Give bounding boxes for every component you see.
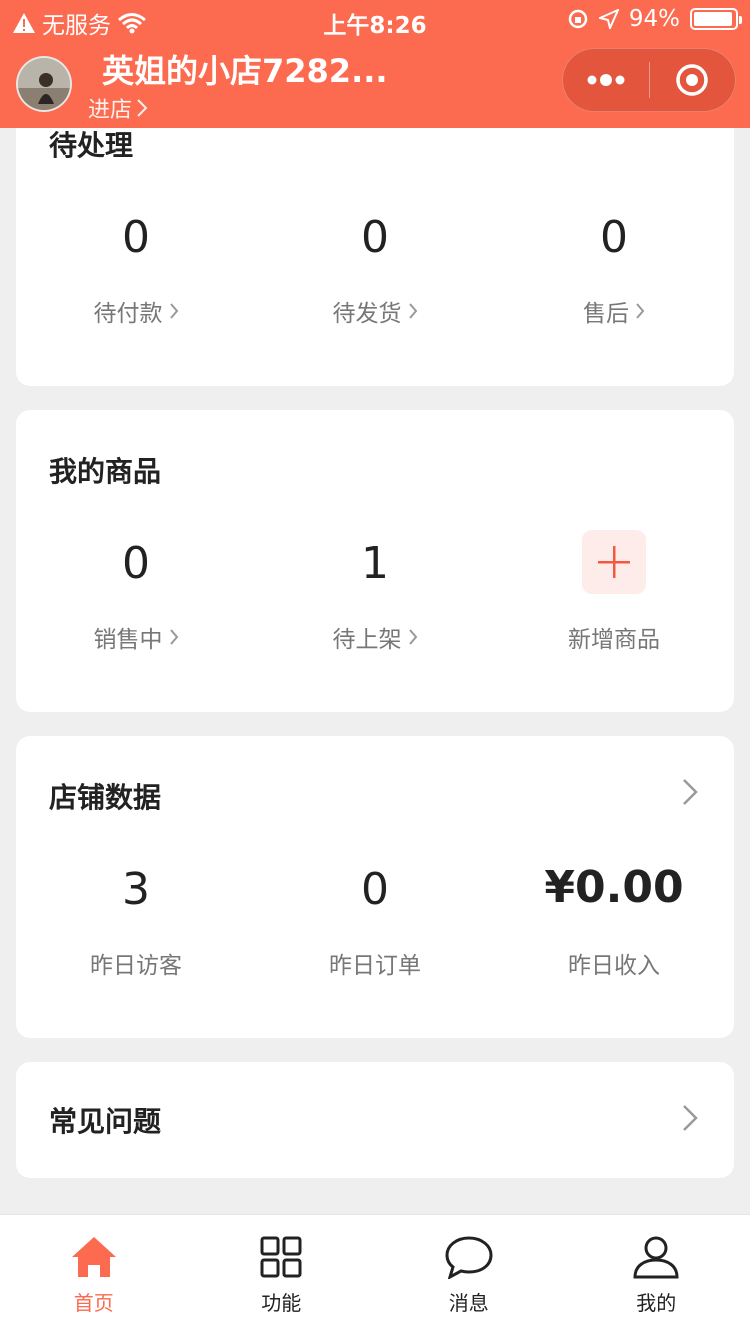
chevron-right-icon — [169, 303, 178, 319]
products-card: 我的商品 0 销售中 1 待上架 新增商品 — [16, 410, 734, 712]
store-data-card: 店铺数据 3 昨日访客 0 昨日订单 ¥0.00 昨日收入 — [16, 736, 734, 1038]
home-icon — [71, 1237, 116, 1277]
tab-features[interactable]: 功能 — [188, 1215, 376, 1334]
tab-home[interactable]: 首页 — [0, 1215, 188, 1334]
add-product-button[interactable]: 新增商品 — [494, 530, 734, 654]
stat-label: 昨日订单 — [329, 953, 421, 979]
tab-messages[interactable]: 消息 — [375, 1215, 563, 1334]
stat-label: 销售中 — [93, 627, 163, 653]
income-stat[interactable]: ¥0.00 昨日收入 — [494, 866, 734, 980]
tab-label: 我的 — [636, 1291, 677, 1315]
enter-shop-link[interactable]: 进店 — [88, 92, 148, 124]
miniprogram-capsule — [562, 48, 736, 112]
store-data-title: 店铺数据 — [49, 781, 162, 814]
stat-label: 昨日访客 — [90, 953, 182, 979]
pending-shipment-stat[interactable]: 0 待发货 — [255, 216, 495, 328]
chat-bubble-icon — [445, 1236, 493, 1279]
stat-value: 3 — [122, 864, 150, 915]
stat-value: 1 — [361, 538, 389, 589]
pending-card: 待处理 0 待付款 0 待发货 0 售后 — [16, 100, 734, 386]
stat-label: 待付款 — [93, 301, 163, 327]
stat-label-row: 销售中 — [94, 620, 179, 654]
tab-profile[interactable]: 我的 — [563, 1215, 750, 1334]
more-dots-icon — [587, 74, 625, 86]
tab-label: 消息 — [448, 1291, 489, 1315]
stat-value: 0 — [600, 212, 628, 263]
chevron-right-icon — [683, 779, 698, 805]
more-button[interactable] — [563, 49, 649, 111]
avatar-image — [18, 58, 70, 110]
shop-name[interactable]: 英姐的小店7282... — [102, 46, 388, 92]
battery-fill — [694, 12, 732, 26]
pending-listing-stat[interactable]: 1 待上架 — [255, 542, 495, 654]
status-bar: 无服务 上午8:26 94% — [0, 0, 750, 40]
chevron-right-icon — [408, 629, 417, 645]
store-data-more[interactable] — [682, 778, 698, 810]
chevron-right-icon — [169, 629, 178, 645]
stat-label-row: 待发货 — [333, 294, 418, 328]
plus-icon — [598, 546, 630, 578]
on-sale-stat[interactable]: 0 销售中 — [16, 542, 256, 654]
shop-avatar[interactable] — [16, 56, 72, 112]
pending-payment-stat[interactable]: 0 待付款 — [16, 216, 256, 328]
tab-label: 功能 — [261, 1291, 302, 1315]
bottom-tab-bar: 首页 功能 消息 我的 — [0, 1214, 750, 1334]
stat-label-row: 待付款 — [94, 294, 179, 328]
chevron-right-icon — [137, 99, 148, 117]
rotation-lock-icon — [568, 9, 588, 29]
stat-label-row: 待上架 — [333, 620, 418, 654]
faq-more — [682, 1104, 698, 1136]
stat-label: 待发货 — [332, 301, 402, 327]
tab-label: 首页 — [73, 1291, 114, 1315]
chevron-right-icon — [636, 303, 645, 319]
stat-value: 0 — [361, 212, 389, 263]
top-header: 无服务 上午8:26 94% 英姐的小店7282... 进店 — [0, 0, 750, 128]
stat-value: ¥0.00 — [544, 862, 684, 913]
battery-icon — [690, 8, 742, 30]
add-product-label: 新增商品 — [568, 627, 660, 653]
stat-label: 售后 — [583, 301, 629, 327]
stat-value: 0 — [122, 212, 150, 263]
location-arrow-icon — [598, 9, 619, 29]
user-icon — [633, 1236, 679, 1279]
stat-label-row: 售后 — [583, 294, 645, 328]
chevron-right-icon — [408, 303, 417, 319]
visitors-stat[interactable]: 3 昨日访客 — [16, 868, 256, 980]
target-close-icon — [676, 64, 708, 96]
battery-percent: 94% — [628, 6, 680, 32]
orders-stat[interactable]: 0 昨日订单 — [255, 868, 495, 980]
enter-shop-label: 进店 — [88, 98, 133, 123]
after-sales-stat[interactable]: 0 售后 — [494, 216, 734, 328]
faq-card[interactable]: 常见问题 — [16, 1062, 734, 1178]
plus-tile — [582, 530, 646, 594]
stat-value: 0 — [361, 864, 389, 915]
grid-icon — [260, 1236, 302, 1278]
faq-title: 常见问题 — [49, 1105, 162, 1138]
products-title: 我的商品 — [49, 455, 162, 488]
stat-value: 0 — [122, 538, 150, 589]
chevron-right-icon — [683, 1105, 698, 1131]
stat-label: 昨日收入 — [568, 953, 660, 979]
pending-title: 待处理 — [49, 129, 134, 162]
close-miniprogram-button[interactable] — [650, 49, 736, 111]
status-right: 94% — [567, 6, 742, 32]
stat-label: 待上架 — [332, 627, 402, 653]
